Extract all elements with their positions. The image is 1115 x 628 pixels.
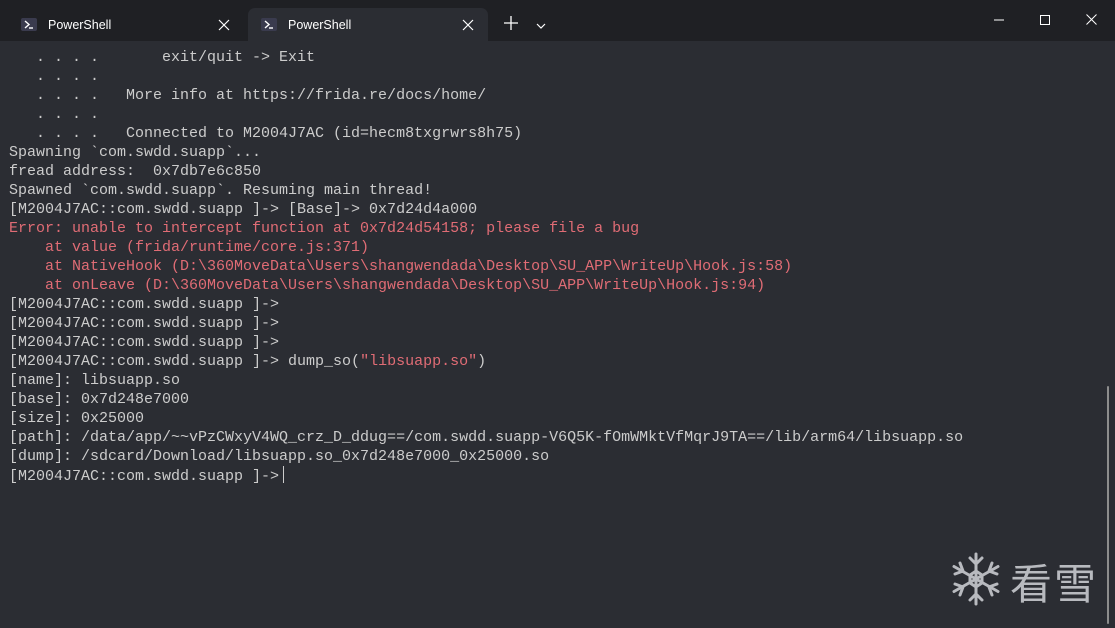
tab-powershell-1[interactable]: PowerShell (8, 8, 244, 41)
terminal-line: [size]: 0x25000 (9, 409, 1099, 428)
terminal-line: . . . . (9, 105, 1099, 124)
terminal-line-text: [path]: /data/app/~~vPzCWxyV4WQ_crz_D_dd… (9, 429, 964, 446)
terminal-line-text: . . . . exit/quit -> Exit (9, 49, 316, 66)
terminal-line-text: . . . . Connected to M2004J7AC (id=hecm8… (9, 125, 523, 142)
terminal-line-text: Error: unable to intercept function at 0… (9, 220, 640, 237)
terminal-line: [M2004J7AC::com.swdd.suapp ]-> (9, 466, 1099, 485)
terminal-line-text: [M2004J7AC::com.swdd.suapp ]-> dump_so( (9, 353, 361, 370)
powershell-icon (261, 18, 277, 31)
terminal-line: [M2004J7AC::com.swdd.suapp ]-> (9, 333, 1099, 352)
terminal-line-text: at value (frida/runtime/core.js:371) (9, 239, 370, 256)
tab-powershell-2[interactable]: PowerShell (248, 8, 488, 41)
tab-title: PowerShell (288, 17, 352, 32)
terminal-line: Error: unable to intercept function at 0… (9, 219, 1099, 238)
terminal-line: Spawning `com.swdd.suapp`... (9, 143, 1099, 162)
terminal-line: . . . . Connected to M2004J7AC (id=hecm8… (9, 124, 1099, 143)
terminal-line-text: at onLeave (D:\360MoveData\Users\shangwe… (9, 277, 766, 294)
tab-dropdown-button[interactable] (527, 12, 555, 38)
terminal-line: [name]: libsuapp.so (9, 371, 1099, 390)
tab-title: PowerShell (48, 17, 112, 32)
terminal-line-text: Spawning `com.swdd.suapp`... (9, 144, 262, 161)
close-icon[interactable] (212, 13, 236, 37)
terminal-line: [dump]: /sdcard/Download/libsuapp.so_0x7… (9, 447, 1099, 466)
close-icon[interactable] (456, 13, 480, 37)
terminal-line-text: [M2004J7AC::com.swdd.suapp ]-> (9, 296, 280, 313)
maximize-icon (1040, 12, 1050, 30)
text-cursor (283, 466, 285, 483)
terminal-line-text: [name]: libsuapp.so (9, 372, 181, 389)
string-argument: "libsuapp.so" (360, 353, 478, 370)
terminal-line: [base]: 0x7d248e7000 (9, 390, 1099, 409)
chevron-down-icon (536, 16, 546, 34)
terminal-line: fread address: 0x7db7e6c850 (9, 162, 1099, 181)
terminal-line-text: [M2004J7AC::com.swdd.suapp ]-> (9, 334, 280, 351)
scrollbar[interactable] (1107, 386, 1109, 624)
line-suffix: ) (477, 353, 487, 370)
watermark-text: 看雪 (1010, 559, 1099, 609)
terminal-line-text: . . . . (9, 68, 100, 85)
terminal-line-text: [M2004J7AC::com.swdd.suapp ]-> (9, 315, 280, 332)
new-tab-button[interactable] (497, 12, 525, 38)
close-window-button[interactable] (1068, 0, 1114, 41)
terminal-line-text: [dump]: /sdcard/Download/libsuapp.so_0x7… (9, 448, 550, 465)
powershell-icon (21, 18, 37, 31)
terminal-line-text: [base]: 0x7d248e7000 (9, 391, 190, 408)
minimize-icon (994, 12, 1004, 30)
terminal-line: [M2004J7AC::com.swdd.suapp ]-> (9, 295, 1099, 314)
terminal-line: . . . . (9, 67, 1099, 86)
terminal-line: [M2004J7AC::com.swdd.suapp ]-> dump_so("… (9, 352, 1099, 371)
terminal-line-text: . . . . More info at https://frida.re/do… (9, 87, 487, 104)
watermark-logo: 看雪 (950, 551, 1099, 612)
terminal-line: at onLeave (D:\360MoveData\Users\shangwe… (9, 276, 1099, 295)
terminal-line: [M2004J7AC::com.swdd.suapp ]-> [Base]-> … (9, 200, 1099, 219)
terminal-line-text: [M2004J7AC::com.swdd.suapp ]-> (9, 468, 280, 485)
terminal-line: at value (frida/runtime/core.js:371) (9, 238, 1099, 257)
snowflake-icon (950, 551, 1002, 612)
terminal-line-text: . . . . (9, 106, 100, 123)
terminal-line-text: fread address: 0x7db7e6c850 (9, 163, 262, 180)
terminal-output[interactable]: . . . . exit/quit -> Exit . . . . . . . … (9, 48, 1099, 498)
terminal-line: . . . . More info at https://frida.re/do… (9, 86, 1099, 105)
terminal-line-text: [M2004J7AC::com.swdd.suapp ]-> [Base]-> … (9, 201, 478, 218)
terminal-line-text: at NativeHook (D:\360MoveData\Users\shan… (9, 258, 793, 275)
title-bar: PowerShell PowerShell (0, 0, 1115, 41)
terminal-line: [path]: /data/app/~~vPzCWxyV4WQ_crz_D_dd… (9, 428, 1099, 447)
terminal-line-text: Spawned `com.swdd.suapp`. Resuming main … (9, 182, 433, 199)
terminal-line: . . . . exit/quit -> Exit (9, 48, 1099, 67)
close-icon (1085, 12, 1097, 30)
terminal-line: [M2004J7AC::com.swdd.suapp ]-> (9, 314, 1099, 333)
terminal-line: at NativeHook (D:\360MoveData\Users\shan… (9, 257, 1099, 276)
minimize-button[interactable] (976, 0, 1022, 41)
terminal-line: Spawned `com.swdd.suapp`. Resuming main … (9, 181, 1099, 200)
maximize-button[interactable] (1022, 0, 1068, 41)
plus-icon (504, 15, 518, 35)
terminal-line-text: [size]: 0x25000 (9, 410, 145, 427)
